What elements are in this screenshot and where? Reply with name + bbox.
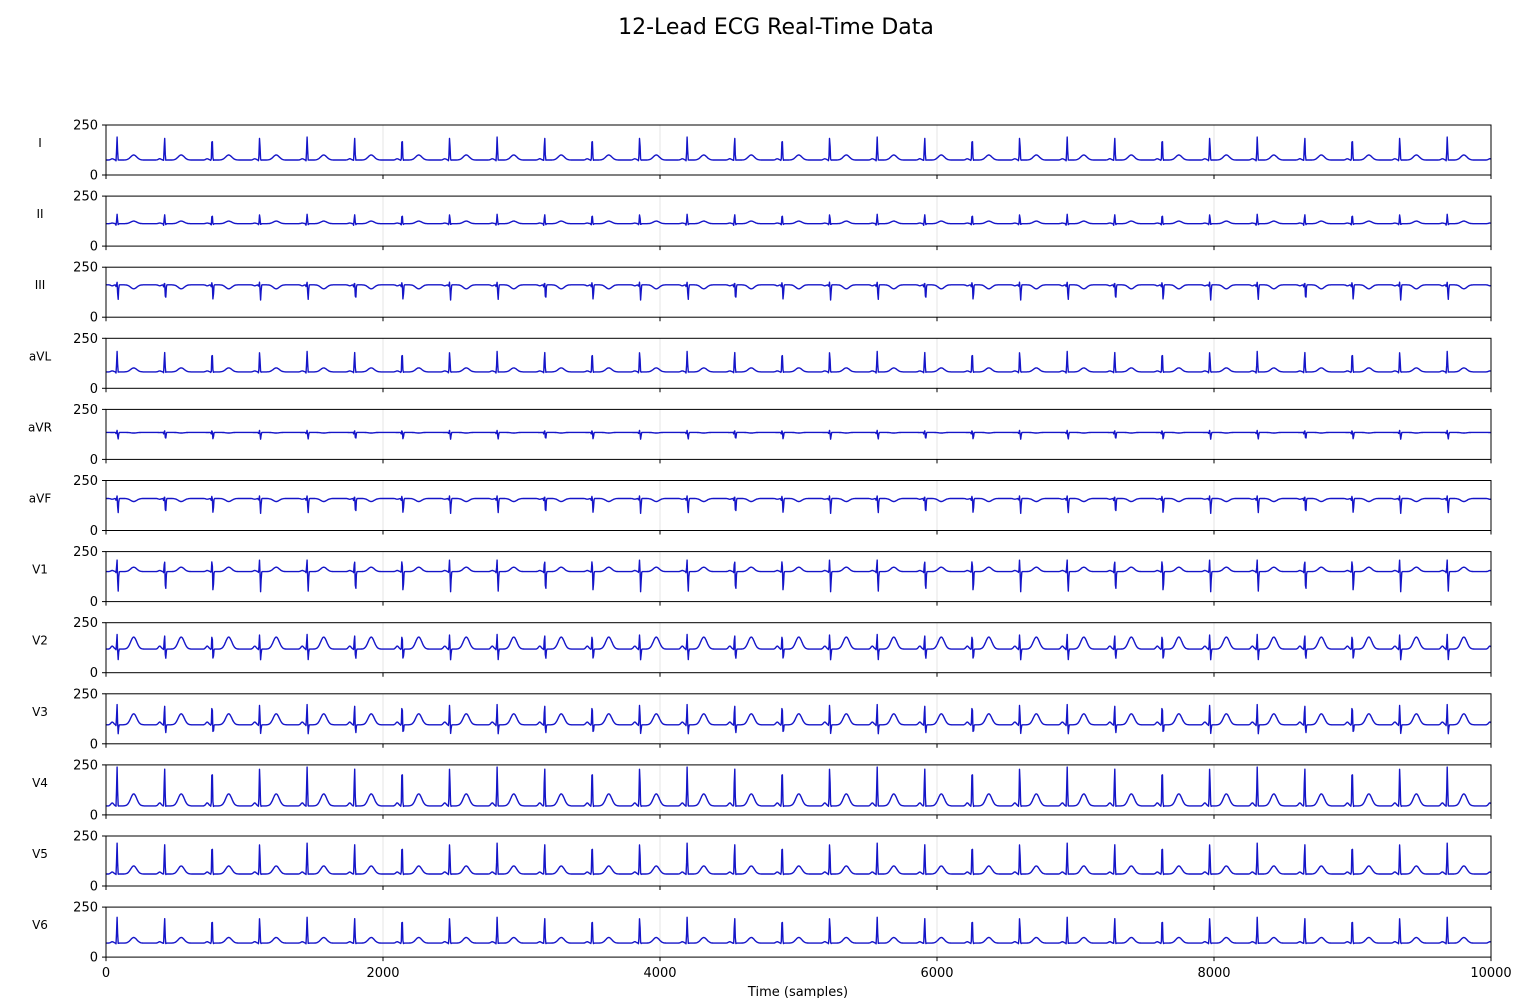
lead-panel-V1: 0 250 V1	[32, 545, 1492, 610]
ecg-trace-aVF	[105, 495, 1492, 514]
y-tick-label: 0	[90, 880, 98, 895]
lead-label-I: I	[38, 136, 42, 150]
lead-panel-V2: 0 250 V2	[32, 616, 1492, 681]
lead-panel-V3: 0 250 V3	[32, 687, 1492, 752]
y-tick-label: 0	[90, 311, 98, 326]
panel-frame	[105, 693, 1492, 745]
lead-panel-III: 0 250 III	[35, 261, 1492, 326]
y-tick-label: 250	[73, 758, 98, 773]
ecg-trace-V2	[105, 633, 1492, 661]
y-tick-label: 0	[90, 666, 98, 681]
lead-panel-II: 0 250 II	[36, 190, 1492, 255]
x-tick-label: 8000	[1197, 966, 1230, 981]
panel-frame	[105, 124, 1492, 176]
x-axis-label: Time (samples)	[747, 985, 848, 998]
y-tick-label: 250	[73, 830, 98, 845]
y-tick-label: 0	[90, 951, 98, 966]
ecg-figure: 12-Lead ECG Real-Time Data 0 250 I 0 250 II 0 2…	[0, 0, 1536, 998]
panel-frame	[105, 337, 1492, 389]
ecg-trace-I	[105, 136, 1492, 162]
lead-label-aVR: aVR	[28, 420, 52, 434]
y-tick-label: 250	[73, 119, 98, 134]
y-tick-label: 250	[73, 687, 98, 702]
ecg-chart: 12-Lead ECG Real-Time Data 0 250 I 0 250 II 0 2…	[28, 15, 1512, 998]
y-tick-label: 0	[90, 240, 98, 255]
ecg-trace-II	[105, 213, 1492, 226]
y-tick-label: 0	[90, 737, 98, 752]
panel-frame	[105, 835, 1492, 887]
x-tick-label: 4000	[643, 966, 676, 981]
ecg-trace-III	[105, 281, 1492, 301]
y-tick-label: 0	[90, 808, 98, 823]
lead-label-V6: V6	[32, 918, 48, 932]
lead-label-II: II	[36, 207, 43, 221]
lead-label-V3: V3	[32, 705, 48, 719]
ecg-trace-V1	[105, 559, 1492, 593]
lead-label-V5: V5	[32, 847, 48, 861]
lead-label-V2: V2	[32, 634, 48, 648]
lead-panel-I: 0 250 I	[38, 119, 1492, 184]
lead-panel-V4: 0 250 V4	[32, 758, 1492, 823]
lead-panel-V5: 0 250 V5	[32, 830, 1492, 895]
ecg-trace-aVR	[105, 429, 1492, 440]
panel-frame	[105, 622, 1492, 674]
y-tick-label: 0	[90, 595, 98, 610]
lead-label-V4: V4	[32, 776, 48, 790]
y-tick-label: 250	[73, 545, 98, 560]
y-tick-label: 0	[90, 382, 98, 397]
lead-label-V1: V1	[32, 563, 48, 577]
ecg-trace-V3	[105, 703, 1492, 735]
y-tick-label: 250	[73, 332, 98, 347]
panel-frame	[105, 764, 1492, 816]
lead-panels: 0250I0250II0250III0250aVL0250aVR0250aVF0…	[28, 119, 1512, 982]
lead-panel-aVL: 0 250 aVL	[29, 332, 1492, 397]
panel-frame	[105, 551, 1492, 603]
y-tick-label: 250	[73, 261, 98, 276]
y-tick-label: 250	[73, 474, 98, 489]
y-tick-label: 0	[90, 453, 98, 468]
x-tick-label: 2000	[366, 966, 399, 981]
y-tick-label: 0	[90, 524, 98, 539]
ecg-trace-V5	[105, 842, 1492, 876]
panel-frame	[105, 266, 1492, 318]
chart-title: 12-Lead ECG Real-Time Data	[618, 15, 934, 40]
lead-label-aVL: aVL	[29, 349, 52, 363]
panel-frame	[105, 906, 1492, 958]
lead-label-III: III	[35, 278, 46, 292]
lead-panel-aVF: 0 250 aVF	[29, 474, 1492, 539]
ecg-trace-V4	[105, 766, 1492, 808]
panel-frame	[105, 480, 1492, 531]
ecg-trace-V6	[105, 916, 1492, 945]
x-tick-label: 0	[102, 966, 110, 981]
panel-frame	[105, 408, 1492, 460]
y-tick-label: 0	[90, 169, 98, 184]
lead-panel-aVR: 0 250 aVR	[28, 403, 1492, 468]
ecg-trace-aVL	[105, 350, 1492, 374]
y-tick-label: 250	[73, 901, 98, 916]
x-tick-label: 6000	[920, 966, 953, 981]
y-tick-label: 250	[73, 403, 98, 418]
y-tick-label: 250	[73, 190, 98, 205]
y-tick-label: 250	[73, 616, 98, 631]
x-tick-label: 10000	[1470, 966, 1511, 981]
lead-panel-V6: 0 250 V6 0 2000 4000 6000 8000 10000	[32, 901, 1512, 982]
lead-label-aVF: aVF	[29, 492, 52, 506]
